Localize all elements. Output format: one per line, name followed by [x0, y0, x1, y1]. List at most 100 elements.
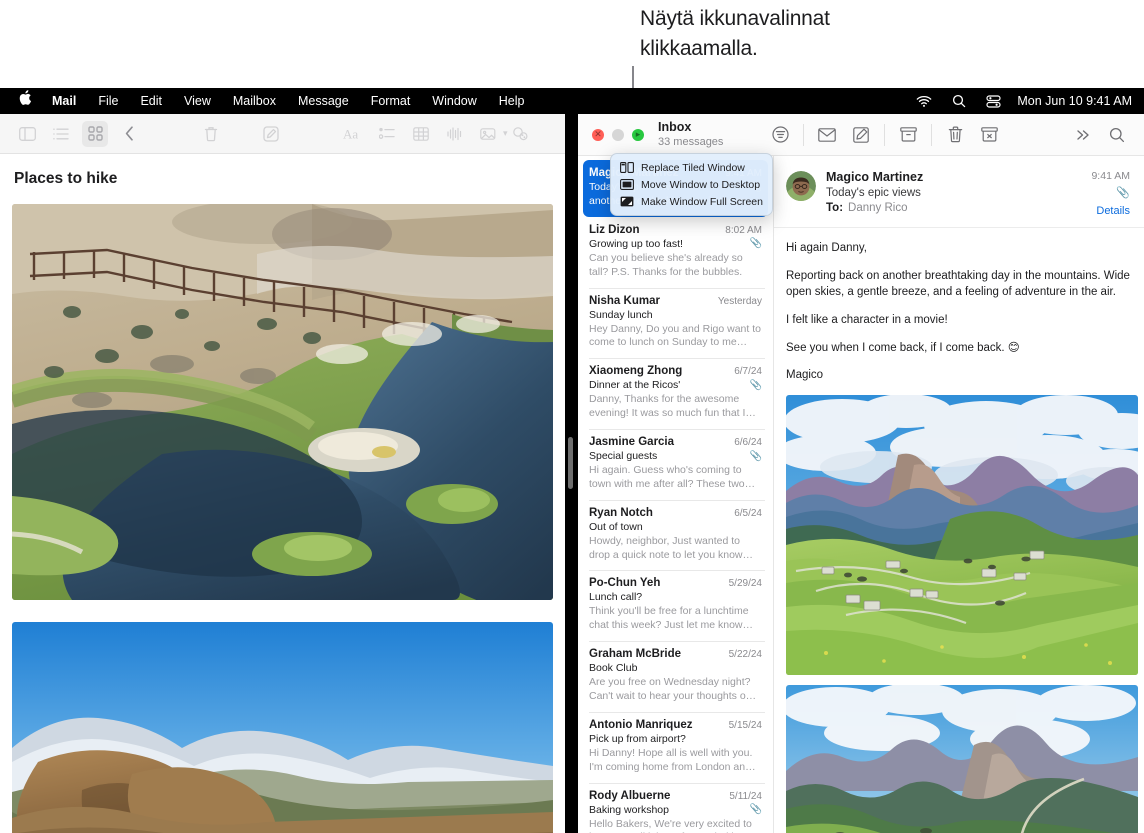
message-subject: Dinner at the Ricos': [589, 379, 746, 391]
menu-item-edit[interactable]: Edit: [129, 88, 173, 114]
menu-item-move-window-to-desktop[interactable]: Move Window to Desktop: [611, 176, 772, 193]
message-date: 6/5/24: [734, 508, 762, 519]
menu-bar-left: Mail File Edit View Mailbox Message Form…: [0, 88, 535, 114]
close-button[interactable]: ✕: [592, 129, 604, 141]
attachment-clip-icon[interactable]: 📎: [1091, 186, 1130, 199]
gallery-view-icon[interactable]: [82, 121, 108, 147]
menu-item-view[interactable]: View: [173, 88, 222, 114]
apple-menu-icon[interactable]: [10, 88, 41, 114]
attachment-clip-icon: 📎: [750, 380, 762, 391]
message-subject: Book Club: [589, 662, 762, 674]
message-preview: Howdy, neighbor, Just wanted to drop a q…: [589, 535, 762, 563]
message-paragraph: Hi again Danny,: [786, 240, 1130, 257]
sidebar-toggle-icon[interactable]: [14, 121, 40, 147]
menu-item-make-window-full-screen[interactable]: Make Window Full Screen: [611, 193, 772, 210]
message-preview: Danny, Thanks for the awesome evening! I…: [589, 393, 762, 421]
menu-item-window[interactable]: Window: [421, 88, 487, 114]
message-sender: Nisha Kumar: [589, 295, 712, 307]
mountain-trail-photo[interactable]: [786, 685, 1138, 833]
message-header: Magico Martinez Today's epic views To:Da…: [774, 156, 1144, 228]
menu-item-label: Replace Tiled Window: [641, 162, 745, 174]
mark-unread-icon[interactable]: [810, 120, 844, 150]
window-options-menu[interactable]: Replace Tiled Window Move Window to Desk…: [610, 153, 773, 216]
message-preview: Think you'll be free for a lunchtime cha…: [589, 605, 762, 633]
callout-text: Näytä ikkunavalinnat klikkaamalla.: [640, 4, 1060, 64]
message-preview: Hi Danny! Hope all is well with you. I'm…: [589, 747, 762, 775]
table-icon[interactable]: [408, 121, 434, 147]
spotlight-search-icon[interactable]: [942, 94, 976, 108]
callout-line-2: klikkaamalla.: [640, 34, 1060, 64]
compose-icon[interactable]: [844, 120, 878, 150]
screenshot-root: Näytä ikkunavalinnat klikkaamalla. Mail …: [0, 0, 1144, 833]
menu-item-file[interactable]: File: [87, 88, 129, 114]
media-icon[interactable]: [476, 121, 502, 147]
message-list-item[interactable]: Nisha Kumar Yesterday Sunday lunch Hey D…: [578, 288, 773, 359]
details-link[interactable]: Details: [1091, 205, 1130, 217]
message-preview: Hello Bakers, We're very excited to have…: [589, 818, 762, 833]
message-sender: Antonio Manriquez: [589, 719, 723, 731]
checklist-icon[interactable]: [374, 121, 400, 147]
menu-item-help[interactable]: Help: [488, 88, 536, 114]
message-list-item[interactable]: Antonio Manriquez 5/15/24 Pick up from a…: [578, 712, 773, 783]
attachment-clip-icon: 📎: [750, 238, 762, 249]
menu-item-format[interactable]: Format: [360, 88, 422, 114]
message-paragraph: See you when I come back, if I come back…: [786, 340, 1130, 357]
archive-icon[interactable]: [891, 120, 925, 150]
wifi-icon[interactable]: [906, 95, 942, 107]
callout-line-1: Näytä ikkunavalinnat: [640, 4, 1060, 34]
alpe-di-siusi-meadow-photo[interactable]: [786, 395, 1138, 675]
message-subject: Baking workshop: [589, 804, 746, 816]
message-list-item[interactable]: Ryan Notch 6/5/24 Out of town Howdy, nei…: [578, 500, 773, 571]
notes-scrollbar[interactable]: [568, 437, 573, 489]
junk-icon[interactable]: [972, 120, 1006, 150]
desktop-window-icon: [620, 178, 634, 191]
message-preview: Hi again. Guess who's coming to town wit…: [589, 464, 762, 492]
notes-toolbar: Aa ▾: [0, 114, 565, 154]
message-list-item[interactable]: Jasmine Garcia 6/6/24 Special guests 📎 H…: [578, 429, 773, 500]
message-header-text: Magico Martinez Today's epic views To:Da…: [816, 170, 1083, 217]
audio-icon[interactable]: [442, 121, 468, 147]
menu-item-replace-tiled-window[interactable]: Replace Tiled Window: [611, 159, 772, 176]
minimize-button[interactable]: [612, 129, 624, 141]
message-sender-name: Magico Martinez: [826, 170, 1083, 184]
message-list-item[interactable]: Po-Chun Yeh 5/29/24 Lunch call? Think yo…: [578, 570, 773, 641]
message-date: 5/11/24: [729, 791, 762, 802]
message-time: 9:41 AM: [1091, 170, 1130, 182]
message-reading-pane: Magico Martinez Today's epic views To:Da…: [774, 156, 1144, 833]
message-signature: Magico: [786, 367, 1130, 384]
message-list-item[interactable]: Graham McBride 5/22/24 Book Club Are you…: [578, 641, 773, 712]
delete-note-icon[interactable]: [198, 121, 224, 147]
message-recipient-row: To:Danny Rico: [826, 202, 1083, 214]
collaborate-icon[interactable]: [508, 121, 534, 147]
message-list-item[interactable]: Xiaomeng Zhong 6/7/24 Dinner at the Rico…: [578, 358, 773, 429]
message-list-item[interactable]: Rody Albuerne 5/11/24 Baking workshop 📎 …: [578, 783, 773, 833]
list-view-icon[interactable]: [48, 121, 74, 147]
to-value: Danny Rico: [848, 202, 907, 214]
trash-icon[interactable]: [938, 120, 972, 150]
hot-creek-geologic-site-photo[interactable]: [12, 204, 553, 600]
attachment-clip-icon: 📎: [750, 451, 762, 462]
menu-item-mailbox[interactable]: Mailbox: [222, 88, 287, 114]
mail-main-area: Magico Martinez 9:41 AM Today's epic vie…: [578, 156, 1144, 833]
message-date: 5/29/24: [729, 578, 762, 589]
overflow-icon[interactable]: [1066, 120, 1100, 150]
control-center-icon[interactable]: [976, 95, 1011, 108]
zoom-button[interactable]: ▸: [632, 129, 644, 141]
message-subject-line: Today's epic views: [826, 187, 1083, 199]
format-text-icon[interactable]: Aa: [340, 121, 366, 147]
message-subject: Pick up from airport?: [589, 733, 762, 745]
menu-item-message[interactable]: Message: [287, 88, 360, 114]
notes-window: Aa ▾: [0, 114, 565, 833]
message-list[interactable]: Magico Martinez 9:41 AM Today's epic vie…: [578, 156, 774, 833]
message-list-item[interactable]: Liz Dizon 8:02 AM Growing up too fast! 📎…: [578, 217, 773, 288]
search-icon[interactable]: [1100, 120, 1134, 150]
menu-item-mail[interactable]: Mail: [41, 88, 87, 114]
attachment-clip-icon: 📎: [750, 804, 762, 815]
message-sender: Xiaomeng Zhong: [589, 365, 728, 377]
compose-note-icon[interactable]: [258, 121, 284, 147]
back-icon[interactable]: [116, 121, 142, 147]
alabama-hills-arch-photo[interactable]: [12, 622, 553, 833]
message-header-right: 9:41 AM 📎 Details: [1083, 170, 1130, 217]
menu-bar-clock[interactable]: Mon Jun 10 9:41 AM: [1011, 94, 1132, 108]
filter-icon[interactable]: [763, 120, 797, 150]
